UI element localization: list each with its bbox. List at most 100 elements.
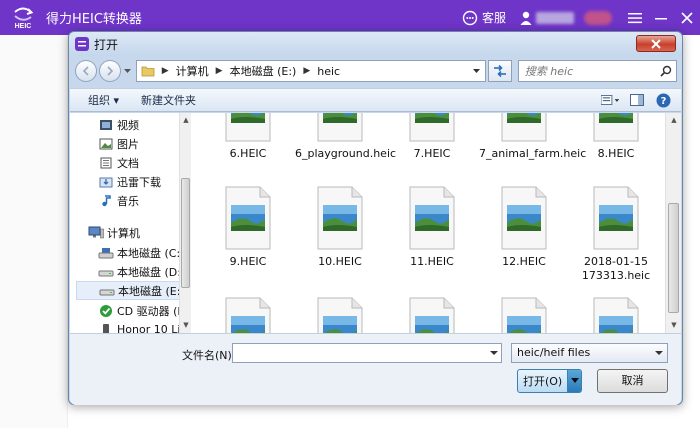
dialog-close-button[interactable] bbox=[636, 35, 676, 52]
file-item[interactable]: 2018-01-15 173313.heic bbox=[571, 185, 661, 283]
filename-label: 文件名(N): bbox=[182, 349, 236, 362]
close-icon bbox=[681, 11, 693, 24]
logo-badge: HEIC bbox=[14, 22, 32, 30]
file-item[interactable]: 12.HEIC bbox=[479, 185, 569, 269]
file-item[interactable] bbox=[387, 296, 477, 333]
chevron-down-icon[interactable] bbox=[490, 347, 498, 359]
crumb-drive-e[interactable]: 本地磁盘 (E:) bbox=[230, 63, 297, 79]
crumb-computer[interactable]: 计算机 bbox=[176, 63, 209, 79]
svg-text:?: ? bbox=[660, 96, 666, 107]
address-bar[interactable]: ▶ 计算机 ▶ 本地磁盘 (E:) ▶ heic bbox=[135, 60, 486, 82]
drive-icon bbox=[98, 246, 114, 260]
filename-input[interactable] bbox=[232, 343, 502, 363]
scroll-down-arrow-icon[interactable]: ▼ bbox=[670, 321, 678, 329]
app-title: 得力HEIC转换器 bbox=[46, 12, 142, 27]
user-icon bbox=[520, 11, 532, 25]
file-item[interactable]: 6.HEIC bbox=[203, 113, 293, 161]
file-item[interactable] bbox=[203, 296, 293, 333]
image-file-icon bbox=[592, 185, 640, 251]
file-name: 7.HEIC bbox=[413, 147, 451, 160]
chat-bubble-icon bbox=[462, 10, 478, 25]
document-icon bbox=[98, 156, 114, 170]
nav-item-drive-e[interactable]: 本地磁盘 (E:) bbox=[76, 281, 185, 300]
open-file-dialog: 打开 ▶ 计算机 ▶ 本地磁盘 (E:) ▶ heic 搜索 heic 组织 ▾… bbox=[68, 31, 683, 405]
nav-item-drive-d[interactable]: 本地磁盘 (D:) bbox=[98, 262, 185, 281]
search-input[interactable]: 搜索 heic bbox=[517, 60, 677, 82]
file-item[interactable] bbox=[479, 296, 569, 333]
menu-button[interactable] bbox=[622, 0, 648, 35]
nav-scrollbar[interactable]: ▲ ▼ bbox=[179, 113, 191, 333]
minimize-icon bbox=[655, 17, 667, 19]
scroll-up-arrow-icon[interactable]: ▲ bbox=[670, 116, 678, 124]
back-button[interactable] bbox=[75, 60, 97, 82]
preview-pane-icon bbox=[630, 94, 644, 106]
search-icon[interactable] bbox=[660, 65, 672, 77]
recent-locations-button[interactable] bbox=[123, 60, 133, 82]
scroll-up-arrow-icon[interactable]: ▲ bbox=[182, 116, 190, 124]
file-item[interactable] bbox=[295, 296, 385, 333]
avatar[interactable] bbox=[584, 10, 612, 25]
customer-service-button[interactable]: 客服 bbox=[462, 9, 506, 26]
nav-item-videos[interactable]: 视频 bbox=[98, 115, 139, 134]
file-list-scrollbar[interactable]: ▲ ▼ bbox=[665, 113, 681, 333]
image-file-icon bbox=[316, 185, 364, 251]
file-item[interactable]: 7_animal_farm.heic bbox=[479, 113, 586, 161]
file-list-scroll-thumb[interactable] bbox=[668, 203, 679, 313]
forward-button[interactable] bbox=[98, 60, 121, 82]
file-item[interactable]: 8.HEIC bbox=[571, 113, 661, 161]
view-list-icon bbox=[601, 95, 620, 105]
nav-item-label: CD 驱动器 (F: bbox=[117, 304, 187, 318]
filetype-value: heic/heif files bbox=[517, 346, 591, 359]
nav-item-cd-drive-f[interactable]: CD 驱动器 (F: bbox=[98, 301, 187, 320]
close-app-button[interactable] bbox=[674, 0, 700, 35]
open-button[interactable]: 打开(O) bbox=[517, 369, 582, 393]
nav-item-label: 迅雷下载 bbox=[117, 175, 161, 189]
picture-icon bbox=[98, 137, 114, 151]
view-options-button[interactable] bbox=[601, 91, 621, 109]
nav-item-label: 文档 bbox=[117, 156, 139, 170]
file-item[interactable] bbox=[571, 296, 661, 333]
open-options-button[interactable] bbox=[567, 370, 581, 392]
crumb-heic[interactable]: heic bbox=[317, 65, 340, 78]
new-folder-button[interactable]: 新建文件夹 bbox=[141, 92, 196, 108]
organize-menu[interactable]: 组织 ▾ bbox=[88, 92, 119, 108]
preview-pane-button[interactable] bbox=[627, 91, 647, 109]
chevron-down-icon bbox=[473, 68, 481, 73]
scroll-down-arrow-icon[interactable]: ▼ bbox=[182, 321, 190, 329]
image-file-icon bbox=[408, 185, 456, 251]
refresh-button[interactable] bbox=[487, 60, 512, 82]
phone-icon bbox=[98, 323, 114, 333]
arrow-right-icon bbox=[107, 66, 113, 76]
app-titlebar: HEIC 得力HEIC转换器 客服 bbox=[0, 0, 700, 35]
nav-scroll-thumb[interactable] bbox=[181, 178, 190, 288]
user-info[interactable] bbox=[520, 11, 574, 25]
nav-item-honor-phone[interactable]: Honor 10 Lite bbox=[98, 320, 189, 333]
nav-item-music[interactable]: 音乐 bbox=[98, 191, 139, 210]
crumb-separator: ▶ bbox=[215, 66, 223, 76]
file-name: 12.HEIC bbox=[502, 255, 546, 268]
nav-item-drive-c[interactable]: 本地磁盘 (C:) bbox=[98, 243, 184, 262]
video-icon bbox=[98, 118, 114, 132]
image-file-icon bbox=[592, 113, 640, 143]
filetype-select[interactable]: heic/heif files bbox=[511, 343, 668, 363]
nav-item-computer[interactable]: 计算机 bbox=[88, 223, 140, 242]
cancel-button[interactable]: 取消 bbox=[597, 369, 668, 393]
file-item[interactable]: 7.HEIC bbox=[387, 113, 477, 161]
file-item[interactable]: 11.HEIC bbox=[387, 185, 477, 269]
file-item[interactable]: 9.HEIC bbox=[203, 185, 293, 269]
username-redacted bbox=[536, 11, 574, 24]
file-name: 9.HEIC bbox=[229, 255, 267, 268]
address-dropdown-button[interactable] bbox=[469, 61, 485, 81]
dialog-title: 打开 bbox=[94, 37, 119, 52]
convert-arrows-icon bbox=[14, 7, 34, 21]
file-item[interactable]: 6_playground.heic bbox=[295, 113, 396, 161]
nav-item-documents[interactable]: 文档 bbox=[98, 153, 139, 172]
nav-item-pictures[interactable]: 图片 bbox=[98, 134, 139, 153]
nav-item-xunlei-downloads[interactable]: 迅雷下载 bbox=[98, 172, 161, 191]
file-item[interactable]: 10.HEIC bbox=[295, 185, 385, 269]
help-button[interactable]: ? bbox=[653, 91, 673, 109]
minimize-button[interactable] bbox=[648, 0, 674, 35]
close-icon bbox=[651, 38, 661, 49]
dialog-footer: 文件名(N): heic/heif files 打开(O) 取消 bbox=[70, 333, 681, 405]
nav-item-label: 计算机 bbox=[107, 226, 140, 240]
